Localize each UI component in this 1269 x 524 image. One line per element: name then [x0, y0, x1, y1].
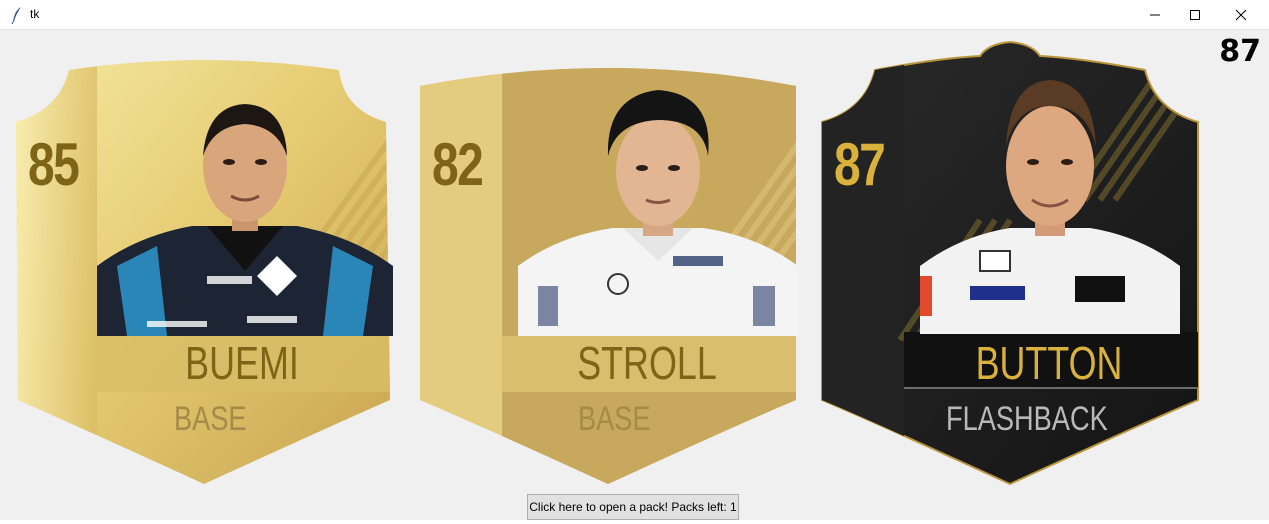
open-pack-button[interactable]: Click here to open a pack! Packs left: 1 [527, 494, 739, 520]
card-rating: 87 [834, 131, 886, 198]
card-player-name: BUEMI [185, 337, 299, 389]
player-card-2: 82 STROLL BASE [418, 60, 800, 486]
window-titlebar[interactable]: tk [0, 0, 1269, 30]
best-rating-label: 87 [1219, 34, 1261, 69]
player-portrait [920, 80, 1180, 334]
minimize-icon [1150, 14, 1160, 16]
player-portrait [518, 90, 798, 336]
card-type-label: BASE [174, 400, 247, 438]
close-button[interactable] [1218, 0, 1264, 30]
maximize-button[interactable] [1172, 0, 1218, 30]
card-type-label: BASE [578, 400, 651, 438]
maximize-icon [1190, 10, 1200, 20]
card-type-label: FLASHBACK [946, 400, 1108, 438]
feather-icon [11, 7, 21, 24]
player-card-1: 85 BUEMI BASE [14, 60, 394, 486]
window-bottom-edge [0, 520, 1269, 524]
close-icon [1235, 9, 1247, 21]
card-rating: 82 [432, 131, 484, 198]
card-player-name: STROLL [577, 337, 717, 389]
player-card-3: 87 BUTTON FLASHBACK [820, 40, 1202, 486]
card-player-name: BUTTON [975, 337, 1123, 389]
player-portrait [97, 104, 393, 336]
window-title: tk [30, 7, 40, 21]
card-rating: 85 [28, 131, 80, 198]
